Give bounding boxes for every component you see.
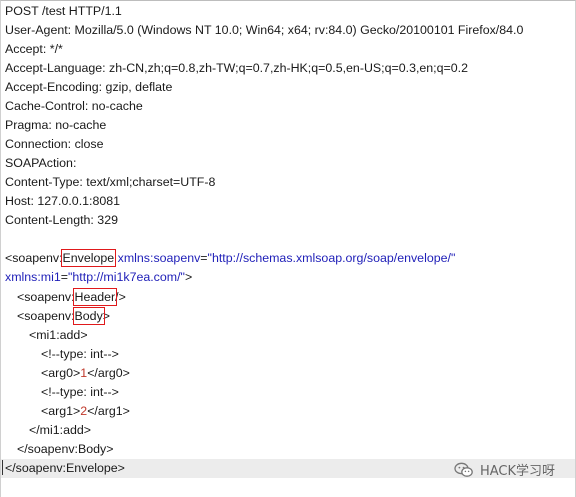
xml-arg0-line: <arg0>1</arg0>	[41, 364, 130, 383]
xml-add-open: <mi1:add>	[29, 328, 88, 342]
xml-tag-prefix: <soapenv:	[5, 251, 63, 265]
xml-comment: <!--type: int-->	[41, 385, 119, 399]
header-accept-encoding: Accept-Encoding: gzip, deflate	[5, 80, 173, 94]
request-editor[interactable]: POST /test HTTP/1.1 User-Agent: Mozilla/…	[0, 0, 576, 497]
header-tag-highlight: Header	[72, 288, 118, 306]
xml-tag-prefix: <soapenv:	[17, 290, 75, 304]
header-host: Host: 127.0.0.1:8081	[5, 194, 121, 208]
xml-envelope-ns-line: xmlns:mi1="http://mi1k7ea.com/">	[5, 268, 192, 287]
xml-attribute-value: "http://schemas.xmlsoap.org/soap/envelop…	[207, 251, 456, 265]
xml-header-line: <soapenv:Header/>	[17, 288, 126, 307]
header-soapaction: SOAPAction:	[5, 156, 77, 170]
xml-tag-prefix: <soapenv:	[17, 309, 75, 323]
header-accept: Accept: */*	[5, 42, 63, 56]
xml-tag-open: <arg0>	[41, 366, 81, 380]
xml-tag-close: />	[115, 290, 126, 304]
watermark-text: HACK学习呀	[479, 464, 555, 479]
watermark: HACK学习呀	[454, 460, 555, 479]
xml-attribute-name: xmlns:mi1	[5, 270, 61, 284]
xml-comment: <!--type: int-->	[41, 347, 119, 361]
header-cache-control: Cache-Control: no-cache	[5, 99, 143, 113]
header-accept-language: Accept-Language: zh-CN,zh;q=0.8,zh-TW;q=…	[5, 61, 468, 75]
request-line: POST /test HTTP/1.1	[5, 4, 122, 18]
xml-tag-close: </arg0>	[87, 366, 130, 380]
xml-attribute-name: xmlns:soapenv	[114, 251, 201, 265]
xml-body-close: </soapenv:Body>	[17, 442, 114, 456]
xml-tag-open: <arg1>	[41, 404, 81, 418]
xml-add-close: </mi1:add>	[29, 423, 91, 437]
header-pragma: Pragma: no-cache	[5, 118, 107, 132]
xml-equals: =	[200, 251, 208, 265]
xml-equals: =	[60, 270, 69, 284]
xml-arg1-line: <arg1>2</arg1>	[41, 402, 130, 421]
header-connection: Connection: close	[5, 137, 104, 151]
xml-tag-close: </arg1>	[87, 404, 130, 418]
header-user-agent: User-Agent: Mozilla/5.0 (Windows NT 10.0…	[5, 23, 524, 37]
wechat-icon	[454, 462, 474, 478]
header-content-length: Content-Length: 329	[5, 213, 118, 227]
xml-tag-close: >	[184, 270, 193, 284]
xml-attribute-value: "http://mi1k7ea.com/"	[68, 270, 185, 284]
text-caret	[2, 460, 3, 475]
xml-tag-close: >	[102, 309, 111, 323]
header-content-type: Content-Type: text/xml;charset=UTF-8	[5, 175, 216, 189]
xml-envelope-open-line: <soapenv:Envelope xmlns:soapenv="http://…	[5, 249, 455, 268]
envelope-tag-highlight: Envelope	[60, 249, 117, 267]
xml-body-open-line: <soapenv:Body>	[17, 307, 110, 326]
body-tag-highlight: Body	[72, 307, 105, 325]
